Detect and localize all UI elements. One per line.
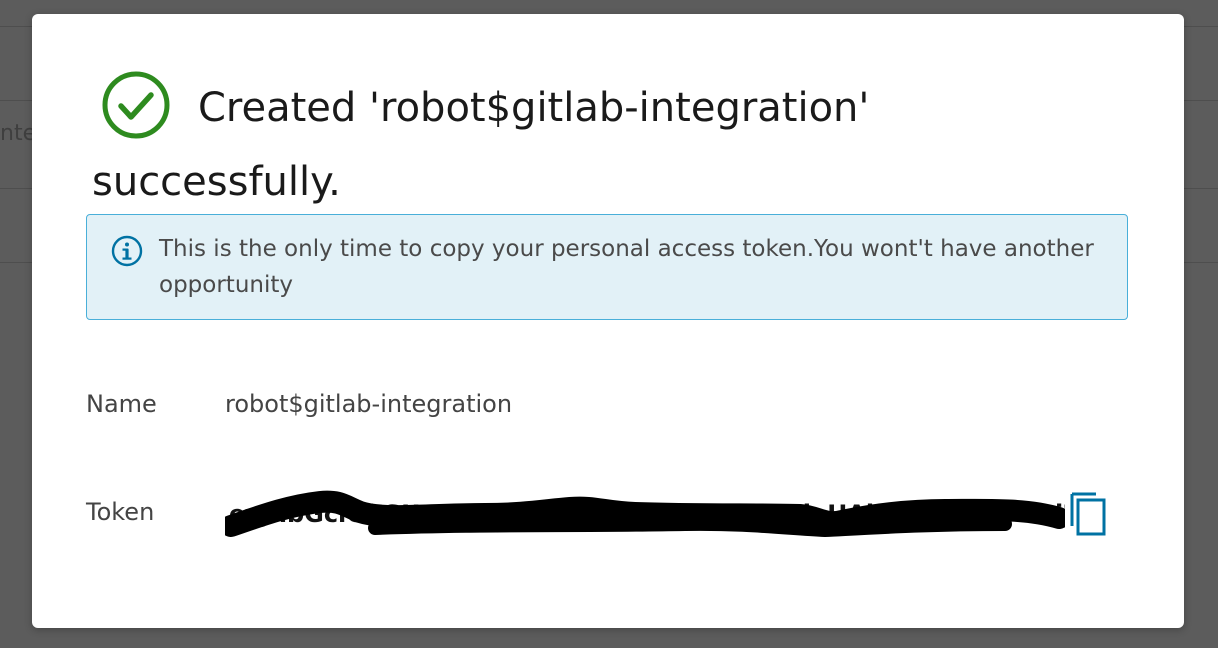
dialog-title-line2: successfully. bbox=[92, 159, 341, 205]
token-label: Token bbox=[86, 498, 155, 526]
info-alert: This is the only time to copy your perso… bbox=[86, 214, 1128, 320]
redaction-scribble bbox=[225, 490, 1065, 538]
check-circle-icon bbox=[102, 71, 170, 139]
copy-icon[interactable] bbox=[1066, 490, 1114, 540]
token-field: eyJhbGciOiJSUzI1NiIsInR5cCI6IkpXVCJ9.eyJ… bbox=[225, 484, 1065, 544]
info-circle-icon bbox=[111, 235, 143, 267]
token-created-dialog: Created 'robot$gitlab-integration' succe… bbox=[32, 14, 1184, 628]
background-partial-text: nte bbox=[0, 121, 37, 146]
alert-message: This is the only time to copy your perso… bbox=[159, 236, 1094, 298]
name-value: robot$gitlab-integration bbox=[225, 390, 513, 418]
name-label: Name bbox=[86, 390, 157, 418]
dialog-title-line1: Created 'robot$gitlab-integration' bbox=[198, 85, 870, 131]
